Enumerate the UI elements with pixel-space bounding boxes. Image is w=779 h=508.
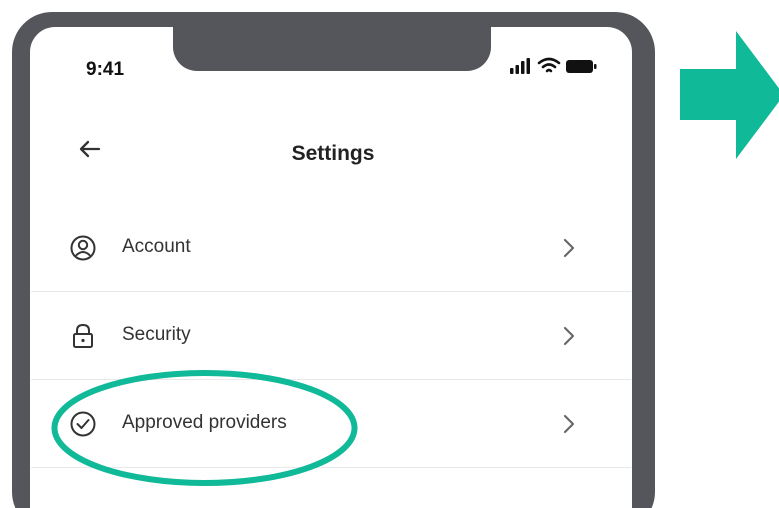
cellular-signal-icon — [510, 58, 530, 74]
status-time: 9:41 — [86, 59, 125, 80]
settings-item-label: Security — [122, 324, 191, 345]
chevron-right-icon — [563, 326, 575, 346]
wifi-icon — [537, 57, 561, 73]
settings-item-label: Approved providers — [122, 412, 287, 433]
settings-item-security[interactable]: Security — [31, 292, 631, 380]
account-icon — [70, 235, 96, 261]
back-arrow-icon[interactable] — [75, 134, 105, 164]
lock-icon — [73, 323, 93, 348]
settings-item-account[interactable]: Account — [31, 204, 631, 292]
check-circle-icon — [70, 411, 96, 437]
phone-notch — [173, 27, 491, 71]
settings-item-approved-providers[interactable]: Approved providers — [31, 380, 631, 468]
chevron-right-icon — [563, 414, 575, 434]
battery-icon — [566, 60, 597, 73]
chevron-right-icon — [563, 238, 575, 258]
right-arrow-icon — [680, 31, 779, 159]
status-icons — [510, 57, 597, 74]
tutorial-canvas: 9:41 Settings Account Security Approved … — [0, 0, 779, 508]
settings-item-label: Account — [122, 236, 191, 257]
page-title: Settings — [291, 142, 375, 165]
settings-list: Account Security Approved providers — [31, 204, 631, 468]
